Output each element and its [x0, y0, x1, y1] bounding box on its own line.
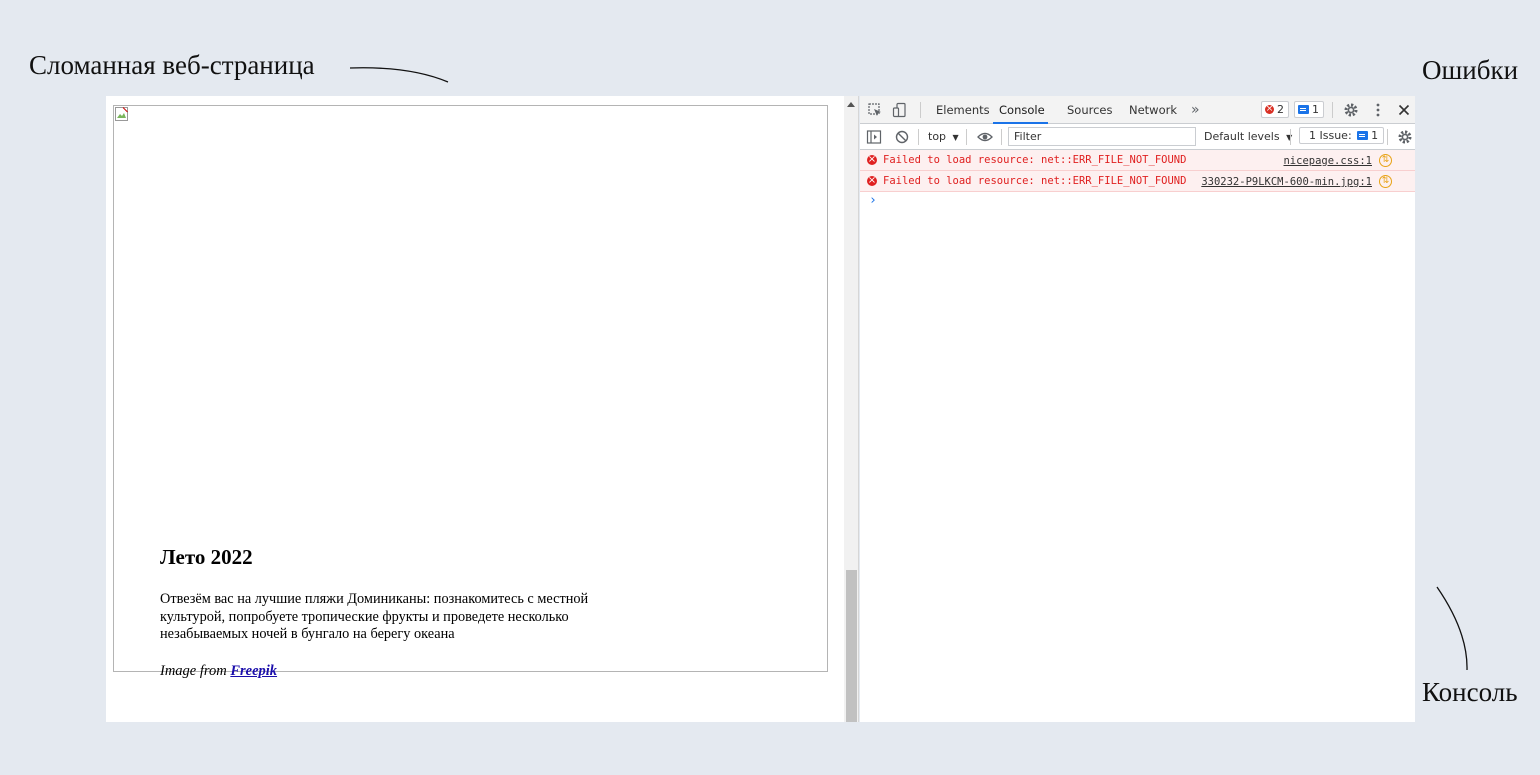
- show-sidebar-icon[interactable]: [866, 129, 882, 145]
- credit-prefix: Image from: [160, 663, 227, 679]
- toolbar-separator: [918, 129, 919, 145]
- log-levels-value: Default levels: [1204, 130, 1280, 143]
- leader-line-broken-page: [349, 67, 449, 83]
- tab-sources[interactable]: Sources: [1067, 96, 1113, 124]
- annotation-console: Консоль: [1422, 677, 1518, 707]
- error-icon: [1265, 101, 1274, 117]
- inspect-element-icon[interactable]: [867, 102, 883, 118]
- message-count: 1: [1312, 103, 1319, 116]
- page-heading: Лето 2022: [160, 545, 253, 569]
- error-source-link[interactable]: 330232-P9LKCM-600-min.jpg:1: [1201, 172, 1372, 192]
- issues-count: 1: [1371, 129, 1379, 142]
- close-devtools-icon[interactable]: [1396, 102, 1412, 118]
- toolbar-separator: [1332, 102, 1333, 118]
- dropdown-arrow-icon: ▼: [952, 133, 959, 142]
- broken-image-frame: [113, 105, 828, 672]
- message-count-badge[interactable]: 1: [1294, 101, 1324, 118]
- scroll-up-arrow-icon[interactable]: [847, 102, 855, 107]
- device-toolbar-icon[interactable]: [892, 102, 908, 118]
- devtools-main-toolbar: Elements Console Sources Network » 2 1: [860, 96, 1415, 124]
- more-tabs-chevron-icon[interactable]: »: [1191, 96, 1200, 124]
- scrollbar-thumb[interactable]: [846, 570, 857, 722]
- toolbar-separator: [1290, 129, 1291, 145]
- tab-console[interactable]: Console: [993, 96, 1048, 124]
- issues-button[interactable]: 1 Issue: 1: [1299, 127, 1385, 144]
- broken-webpage: Лето 2022 Отвезём вас на лучшие пляжи До…: [106, 96, 844, 722]
- console-error-message[interactable]: Failed to load resource: net::ERR_FILE_N…: [860, 171, 1415, 192]
- page-scrollbar[interactable]: [844, 96, 859, 722]
- issues-message-icon: [1357, 131, 1369, 140]
- toolbar-separator: [920, 102, 921, 118]
- error-count-badge[interactable]: 2: [1261, 101, 1289, 118]
- console-error-message[interactable]: Failed to load resource: net::ERR_FILE_N…: [860, 150, 1415, 171]
- console-settings-gear-icon[interactable]: [1397, 129, 1413, 145]
- error-text: Failed to load resource: net::ERR_FILE_N…: [883, 154, 1187, 166]
- console-filter-input[interactable]: [1008, 127, 1196, 146]
- request-info-icon[interactable]: ⇅: [1379, 154, 1392, 167]
- more-options-kebab-icon[interactable]: [1370, 102, 1386, 118]
- freepik-link[interactable]: Freepik: [230, 663, 277, 679]
- issues-label: 1 Issue:: [1309, 129, 1352, 142]
- context-selector[interactable]: top ▼: [928, 124, 959, 150]
- error-count: 2: [1277, 103, 1284, 116]
- settings-gear-icon[interactable]: [1343, 102, 1359, 118]
- clear-console-icon[interactable]: [894, 129, 910, 145]
- message-icon: [1298, 105, 1309, 114]
- log-levels-dropdown[interactable]: Default levels ▼: [1204, 124, 1292, 150]
- toolbar-separator: [966, 129, 967, 145]
- annotation-broken-page: Сломанная веб-страница: [29, 50, 315, 80]
- error-icon: [867, 171, 877, 191]
- image-credit: Image from Freepik: [160, 663, 277, 680]
- context-value: top: [928, 130, 947, 143]
- tab-network[interactable]: Network: [1129, 96, 1177, 124]
- page-description: Отвезём вас на лучшие пляжи Доминиканы: …: [160, 591, 589, 642]
- broken-image-icon: [115, 107, 128, 121]
- live-expression-eye-icon[interactable]: [977, 129, 993, 145]
- toolbar-separator: [1387, 129, 1388, 145]
- request-info-icon[interactable]: ⇅: [1379, 175, 1392, 188]
- leader-line-console: [1436, 586, 1468, 671]
- devtools-panel: Elements Console Sources Network » 2 1: [860, 96, 1415, 722]
- console-filter-bar: top ▼ Default levels ▼ 1 Issue: 1: [860, 124, 1415, 150]
- console-prompt-chevron-icon[interactable]: ›: [869, 193, 877, 208]
- error-icon: [867, 150, 877, 170]
- annotation-errors: Ошибки: [1422, 55, 1519, 85]
- error-source-link[interactable]: nicepage.css:1: [1283, 151, 1372, 171]
- tab-elements[interactable]: Elements: [936, 96, 990, 124]
- toolbar-separator: [1001, 129, 1002, 145]
- error-text: Failed to load resource: net::ERR_FILE_N…: [883, 175, 1187, 187]
